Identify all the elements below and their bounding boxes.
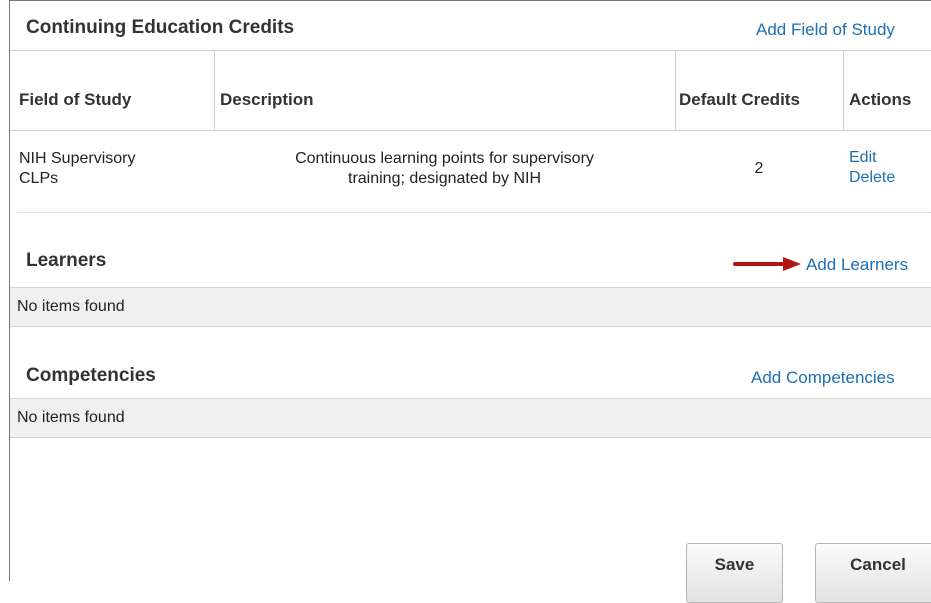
table-top-border <box>10 50 931 51</box>
learners-empty-row: No items found <box>10 287 931 327</box>
learners-title: Learners <box>26 250 107 271</box>
ce-credits-title: Continuing Education Credits <box>26 17 295 38</box>
competencies-empty-text: No items found <box>17 409 125 426</box>
edit-link[interactable]: Edit <box>849 149 877 167</box>
col-divider <box>843 50 844 130</box>
cancel-button[interactable]: Cancel <box>815 543 931 603</box>
add-competencies-link[interactable]: Add Competencies <box>751 368 895 388</box>
competencies-empty-row: No items found <box>10 398 931 438</box>
description-cell-line2: training; designated by NIH <box>348 170 541 187</box>
column-header-default-credits: Default Credits <box>679 90 800 109</box>
add-field-of-study-link[interactable]: Add Field of Study <box>756 20 895 40</box>
red-arrow-icon <box>733 257 801 271</box>
learners-empty-text: No items found <box>17 298 125 315</box>
col-divider <box>675 50 676 130</box>
default-credits-cell: 2 <box>754 160 764 177</box>
add-learners-link[interactable]: Add Learners <box>806 255 908 275</box>
row-bottom-border <box>17 212 931 213</box>
field-of-study-cell-line2: CLPs <box>19 170 59 187</box>
competencies-title: Competencies <box>26 365 156 386</box>
save-button[interactable]: Save <box>686 543 783 603</box>
column-header-description: Description <box>220 90 314 109</box>
header-bottom-border <box>10 130 931 131</box>
column-header-actions: Actions <box>849 90 912 109</box>
column-header-field-of-study: Field of Study <box>19 90 132 109</box>
col-divider <box>214 50 215 130</box>
field-of-study-cell: NIH Supervisory <box>19 150 136 167</box>
description-cell: Continuous learning points for superviso… <box>295 150 594 167</box>
delete-link[interactable]: Delete <box>849 169 895 187</box>
